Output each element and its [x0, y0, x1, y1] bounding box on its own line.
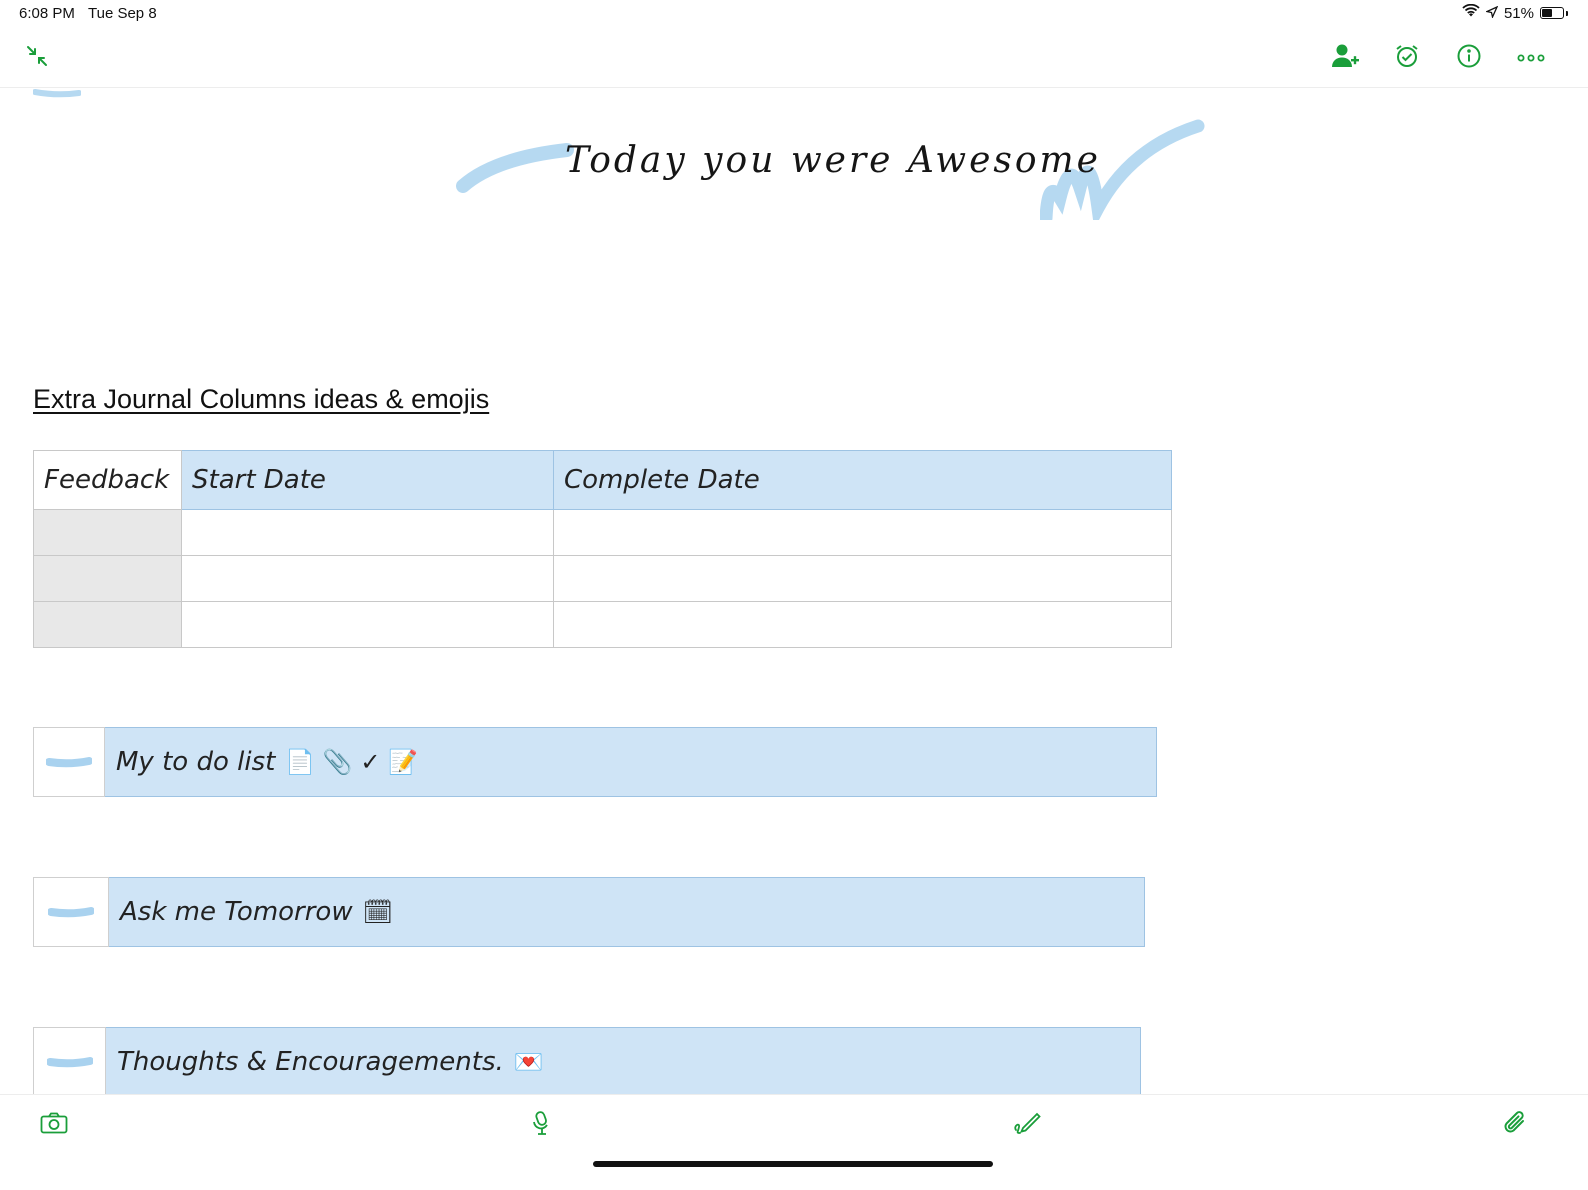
camera-icon: [40, 1112, 68, 1139]
callout-text: Thoughts & Encouragements.: [117, 1047, 504, 1077]
battery-percent: 51%: [1503, 4, 1534, 22]
reminder-alarm-icon: [1394, 43, 1420, 74]
callout-todo-text-box[interactable]: My to do list 📄 📎 ✓ 📝: [105, 727, 1157, 797]
callout-text: Ask me Tomorrow: [120, 897, 353, 927]
bottom-toolbar: [0, 1094, 1588, 1165]
handwriting-pen-icon: [1013, 1110, 1041, 1141]
table-header-complete-date[interactable]: Complete Date: [553, 450, 1172, 510]
info-icon: [1456, 43, 1482, 74]
note-body[interactable]: Today you were Awesome Extra Journal Col…: [0, 88, 1588, 1106]
table-cell[interactable]: [181, 601, 554, 648]
paperclip-icon: [1502, 1110, 1528, 1141]
callout-emojis: 📄 📎 ✓ 📝: [285, 748, 418, 776]
callout-marker: [33, 877, 109, 947]
collapse-icon: [25, 44, 49, 73]
reminder-button[interactable]: [1387, 38, 1427, 78]
status-time: 6:08 PM: [19, 5, 75, 22]
attach-button[interactable]: [1497, 1107, 1533, 1143]
status-bar: 6:08 PM Tue Sep 8 51%: [0, 0, 1588, 28]
table-header-feedback[interactable]: Feedback: [33, 450, 182, 510]
section-heading[interactable]: Extra Journal Columns ideas & emojis: [33, 384, 489, 415]
location-icon: [1484, 5, 1499, 22]
info-button[interactable]: [1449, 38, 1489, 78]
callout-text: My to do list: [116, 747, 276, 777]
audio-button[interactable]: [523, 1107, 559, 1143]
share-button[interactable]: [1325, 38, 1365, 78]
callout-ask-me-tomorrow[interactable]: Ask me Tomorrow 🗓: [33, 877, 1145, 947]
callout-ask-text-box[interactable]: Ask me Tomorrow 🗓: [109, 877, 1145, 947]
table-header-start-date[interactable]: Start Date: [181, 450, 554, 510]
camera-button[interactable]: [36, 1107, 72, 1143]
note-toolbar: [0, 28, 1588, 88]
battery-nub: [1566, 10, 1568, 16]
banner-title: Today you were Awesome: [565, 140, 1101, 181]
callout-marker: [33, 1027, 106, 1097]
sketch-button[interactable]: [1009, 1107, 1045, 1143]
table-row: [33, 555, 1172, 602]
more-icon: [1517, 49, 1545, 67]
battery-fill: [1542, 9, 1552, 17]
brush-stroke-decoration: [48, 907, 94, 918]
table-cell[interactable]: [553, 509, 1172, 556]
callout-marker: [33, 727, 105, 797]
callout-thoughts[interactable]: Thoughts & Encouragements. 💌: [33, 1027, 1141, 1097]
table-header-row: Feedback Start Date Complete Date: [33, 450, 1172, 510]
table-cell[interactable]: [553, 601, 1172, 648]
callout-emojis: 🗓: [362, 898, 394, 926]
brush-stroke-decoration: [33, 89, 81, 98]
table-cell[interactable]: [181, 509, 554, 556]
callout-emojis: 💌: [513, 1048, 544, 1076]
status-indicators: 51%: [1462, 3, 1568, 22]
brush-stroke-decoration: [46, 1057, 93, 1068]
journal-table[interactable]: Feedback Start Date Complete Date: [33, 450, 1172, 648]
status-date: Tue Sep 8: [88, 5, 157, 22]
wifi-icon: [1462, 3, 1480, 22]
home-indicator[interactable]: [593, 1161, 993, 1167]
table-cell[interactable]: [33, 509, 182, 556]
table-cell[interactable]: [33, 555, 182, 602]
table-cell[interactable]: [33, 601, 182, 648]
more-button[interactable]: [1511, 38, 1551, 78]
battery-icon: [1540, 7, 1564, 19]
callout-todo-list[interactable]: My to do list 📄 📎 ✓ 📝: [33, 727, 1157, 797]
brush-stroke-decoration: [456, 143, 574, 193]
table-row: [33, 509, 1172, 556]
table-cell[interactable]: [181, 555, 554, 602]
callout-thoughts-text-box[interactable]: Thoughts & Encouragements. 💌: [106, 1027, 1141, 1097]
add-person-icon: [1331, 43, 1359, 74]
table-row: [33, 601, 1172, 648]
microphone-icon: [530, 1110, 552, 1141]
brush-stroke-decoration: [46, 757, 92, 768]
collapse-button[interactable]: [17, 38, 57, 78]
table-cell[interactable]: [553, 555, 1172, 602]
